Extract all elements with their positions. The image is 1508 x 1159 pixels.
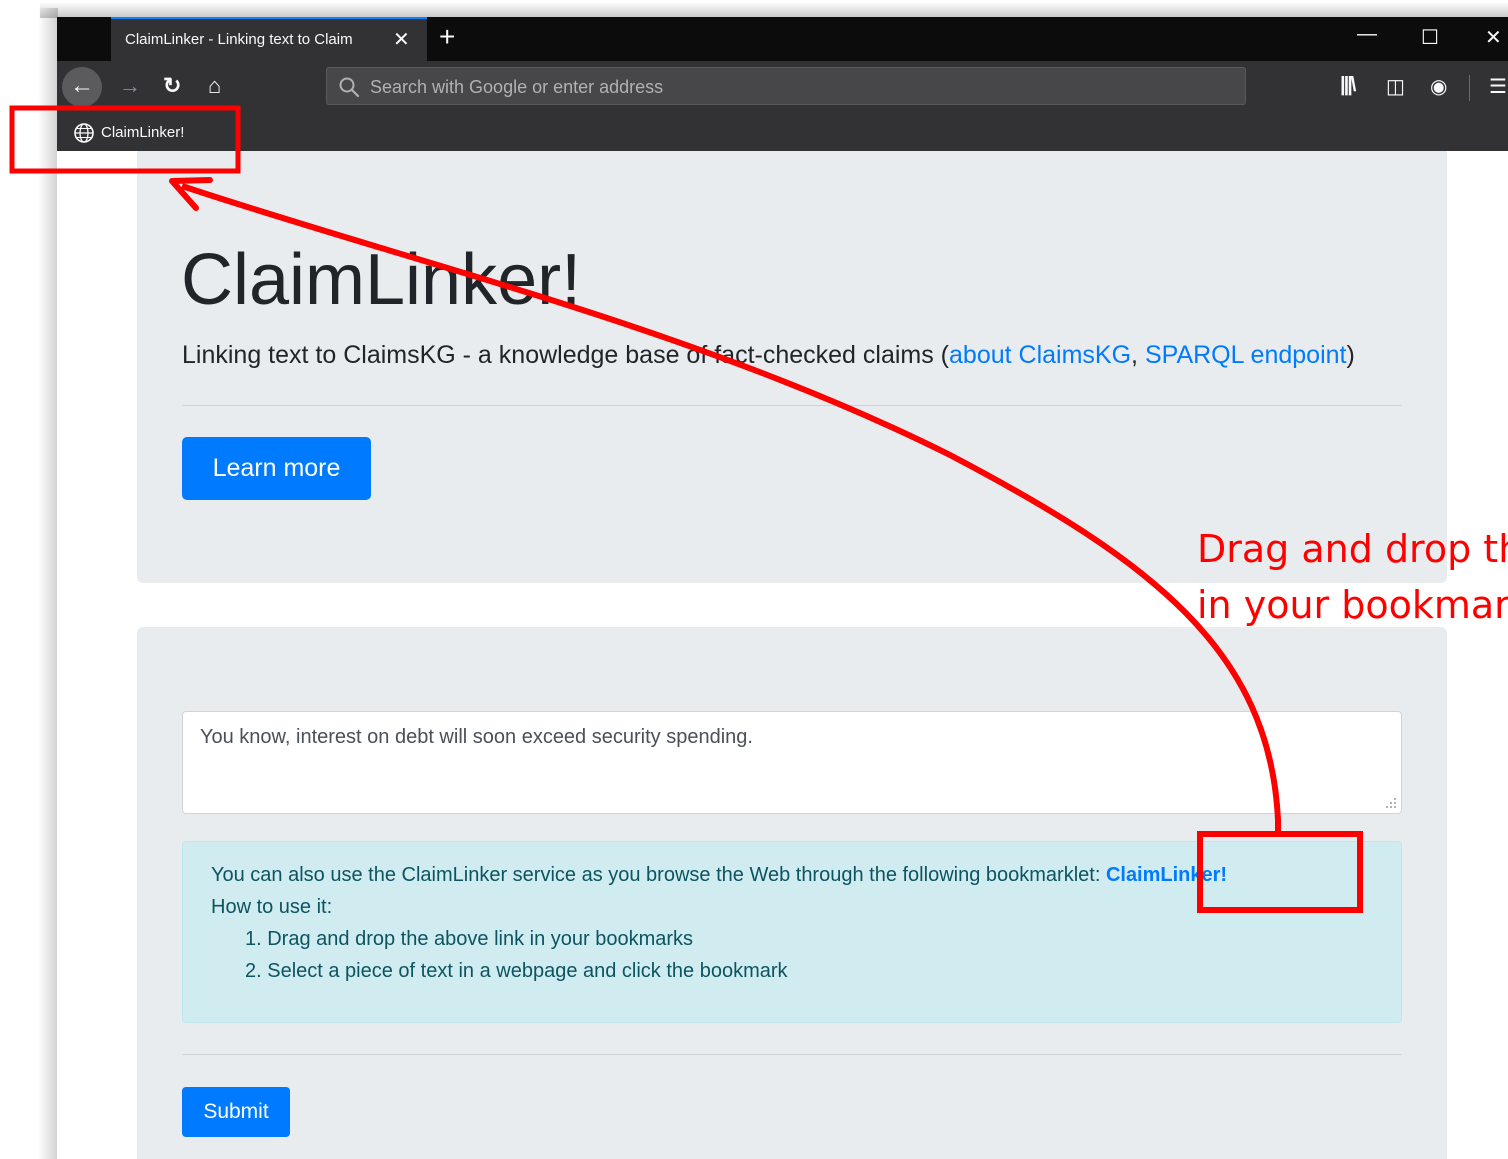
globe-icon bbox=[74, 123, 94, 143]
alert-how-to: How to use it: bbox=[211, 896, 333, 918]
forward-icon[interactable]: → bbox=[119, 73, 141, 99]
sidebar-icon[interactable]: ◫ bbox=[1386, 74, 1405, 99]
new-tab-button[interactable]: + bbox=[439, 21, 455, 53]
alert-step-1: 1. Drag and drop the above link in your … bbox=[245, 928, 694, 950]
window-shadow-top bbox=[40, 2, 1508, 18]
window-shadow-left bbox=[38, 8, 58, 1159]
search-icon bbox=[339, 77, 360, 98]
annotation-text-line-1: Drag and drop th bbox=[1197, 527, 1508, 571]
alert-line-1: You can also use the ClaimLinker service… bbox=[211, 864, 1227, 887]
bookmark-label: ClaimLinker! bbox=[101, 124, 185, 141]
url-bar[interactable]: Search with Google or enter address bbox=[326, 67, 1246, 105]
jumbotron: ClaimLinker! Linking text to ClaimsKG - … bbox=[137, 151, 1447, 583]
maximize-button[interactable]: ☐ bbox=[1421, 25, 1439, 50]
claim-form: You know, interest on debt will soon exc… bbox=[137, 627, 1447, 1159]
lead-text: Linking text to ClaimsKG - a knowledge b… bbox=[182, 341, 1355, 370]
divider bbox=[182, 405, 1402, 406]
alert-line-1-text: You can also use the ClaimLinker service… bbox=[211, 864, 1106, 886]
alert-step-2: 2. Select a piece of text in a webpage a… bbox=[245, 960, 788, 982]
resize-grip-icon[interactable] bbox=[1385, 797, 1397, 809]
account-icon[interactable]: ◉ bbox=[1430, 74, 1447, 99]
bookmarks-toolbar: ClaimLinker! bbox=[57, 115, 1508, 151]
tab-bar: ClaimLinker - Linking text to Claim ✕ + … bbox=[57, 17, 1508, 61]
sparql-endpoint-link[interactable]: SPARQL endpoint bbox=[1145, 341, 1347, 369]
claim-text-input[interactable]: You know, interest on debt will soon exc… bbox=[182, 711, 1402, 814]
navigation-toolbar: ← → ↻ ⌂ Search with Google or enter addr… bbox=[57, 61, 1508, 115]
about-claimskg-link[interactable]: about ClaimsKG bbox=[949, 341, 1131, 369]
divider bbox=[182, 1054, 1402, 1055]
lead-suffix: ) bbox=[1346, 341, 1355, 369]
lead-prefix: Linking text to ClaimsKG - a knowledge b… bbox=[182, 341, 950, 369]
close-window-button[interactable]: ✕ bbox=[1485, 25, 1502, 50]
reload-icon[interactable]: ↻ bbox=[163, 73, 181, 99]
bookmarklet-link[interactable]: ClaimLinker! bbox=[1106, 864, 1227, 886]
page-content: ClaimLinker! Linking text to ClaimsKG - … bbox=[57, 151, 1508, 1159]
lead-separator: , bbox=[1131, 341, 1145, 369]
annotation-text-line-2: in your bookmar bbox=[1197, 583, 1508, 627]
toolbar-divider bbox=[1469, 75, 1470, 101]
tab-active[interactable]: ClaimLinker - Linking text to Claim ✕ bbox=[111, 17, 427, 61]
minimize-button[interactable]: — bbox=[1357, 23, 1377, 46]
claim-text-value: You know, interest on debt will soon exc… bbox=[200, 726, 753, 748]
bookmarklet-info-alert: You can also use the ClaimLinker service… bbox=[182, 841, 1402, 1023]
tab-title: ClaimLinker - Linking text to Claim bbox=[125, 31, 353, 48]
library-icon[interactable]: |||\ bbox=[1340, 74, 1356, 97]
menu-icon[interactable]: ☰ bbox=[1489, 74, 1507, 99]
back-icon[interactable]: ← bbox=[62, 67, 102, 107]
page-title: ClaimLinker! bbox=[181, 240, 582, 320]
url-placeholder: Search with Google or enter address bbox=[370, 77, 664, 97]
submit-button[interactable]: Submit bbox=[182, 1087, 290, 1137]
learn-more-button[interactable]: Learn more bbox=[182, 437, 371, 500]
home-icon[interactable]: ⌂ bbox=[208, 73, 221, 99]
tab-close-icon[interactable]: ✕ bbox=[393, 27, 410, 52]
